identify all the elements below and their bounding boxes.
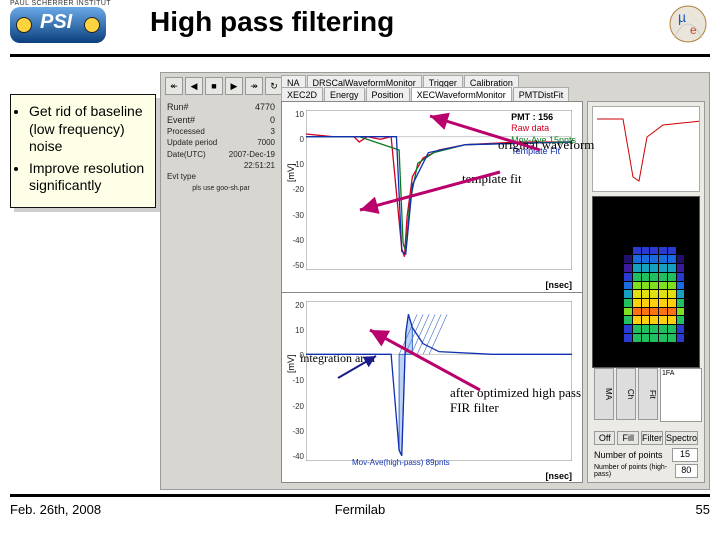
tab[interactable]: XEC2D	[281, 87, 323, 102]
info-update: 7000	[257, 137, 275, 148]
tab[interactable]: XECWaveformMonitor	[411, 87, 512, 102]
btn-off[interactable]: Off	[594, 431, 615, 445]
arrow-original	[420, 108, 560, 168]
footer-venue: Fermilab	[0, 502, 720, 517]
btn-fill[interactable]: Fill	[617, 431, 638, 445]
ylabel: [mV]	[286, 163, 296, 182]
yticks-top: 100-10-20-30-40-50	[290, 110, 304, 270]
bar-btn[interactable]: Ch	[616, 368, 636, 420]
slide-title: High pass filtering	[150, 6, 394, 38]
info-type: pls use goo-sh.par	[167, 184, 275, 194]
arrow-integration	[332, 350, 392, 390]
btn-spectro[interactable]: Spectro	[665, 431, 698, 445]
nav-next-button[interactable]: ▶	[225, 77, 243, 95]
header-rule	[10, 54, 710, 57]
svg-text:µ: µ	[678, 9, 686, 25]
nav-stop-button[interactable]: ■	[205, 77, 223, 95]
side-indicator: 1FA	[660, 368, 702, 422]
arrow-template	[350, 160, 520, 220]
event-info-panel: Run#4770 Event#0 Processed3 Update perio…	[167, 101, 275, 194]
tab[interactable]: Energy	[324, 87, 365, 102]
info-time: 22:51:21	[244, 160, 275, 171]
pmt-heatmap	[592, 196, 700, 368]
bar-btn[interactable]: Fit	[638, 368, 658, 420]
side-panel: MA Ch Fit 1FA Off Fill Filter Spectro Nu…	[587, 101, 705, 483]
tab[interactable]: Position	[366, 87, 410, 102]
chart-annot: Mov-Ave(high-pass) 89pnts	[352, 458, 450, 467]
hp-label: Number of points (high-pass)	[594, 464, 675, 478]
nav-last-button[interactable]: ↠	[245, 77, 263, 95]
tab-row-2: XEC2D Energy Position XECWaveformMonitor…	[281, 87, 569, 102]
ylabel: [mV]	[286, 354, 296, 373]
btn-filter[interactable]: Filter	[641, 431, 663, 445]
xlabel: [nsec]	[545, 280, 572, 290]
psi-logo: PAUL SCHERRER INSTITUT PSI	[10, 0, 111, 43]
footer-page: 55	[696, 502, 710, 517]
info-date: 2007-Dec-19	[229, 149, 275, 160]
hp-input[interactable]: 80	[675, 464, 698, 478]
info-processed: 3	[271, 126, 275, 137]
points-input[interactable]: 15	[672, 448, 698, 462]
tab[interactable]: PMTDistFit	[513, 87, 570, 102]
note-item: Improve resolution significantly	[29, 160, 149, 195]
xlabel: [nsec]	[545, 471, 572, 481]
experiment-badge-icon: µe	[668, 4, 708, 44]
info-event: 0	[270, 114, 275, 127]
mini-waveform	[592, 106, 700, 192]
logo-institute-text: PAUL SCHERRER INSTITUT	[10, 0, 111, 7]
yticks-bot: 20100-10-20-30-40	[290, 301, 304, 461]
side-controls: Off Fill Filter Spectro Number of points…	[594, 428, 698, 478]
nav-prev-button[interactable]: ◀	[185, 77, 203, 95]
info-run: 4770	[255, 101, 275, 114]
logo-text: PSI	[40, 11, 72, 34]
footer-rule	[10, 494, 710, 497]
points-label: Number of points	[594, 450, 663, 460]
note-item: Get rid of baseline (low frequency) nois…	[29, 103, 149, 156]
toolbar: ↞ ◀ ■ ▶ ↠ ↻	[165, 77, 283, 95]
nav-first-button[interactable]: ↞	[165, 77, 183, 95]
summary-note: Get rid of baseline (low frequency) nois…	[10, 94, 156, 208]
